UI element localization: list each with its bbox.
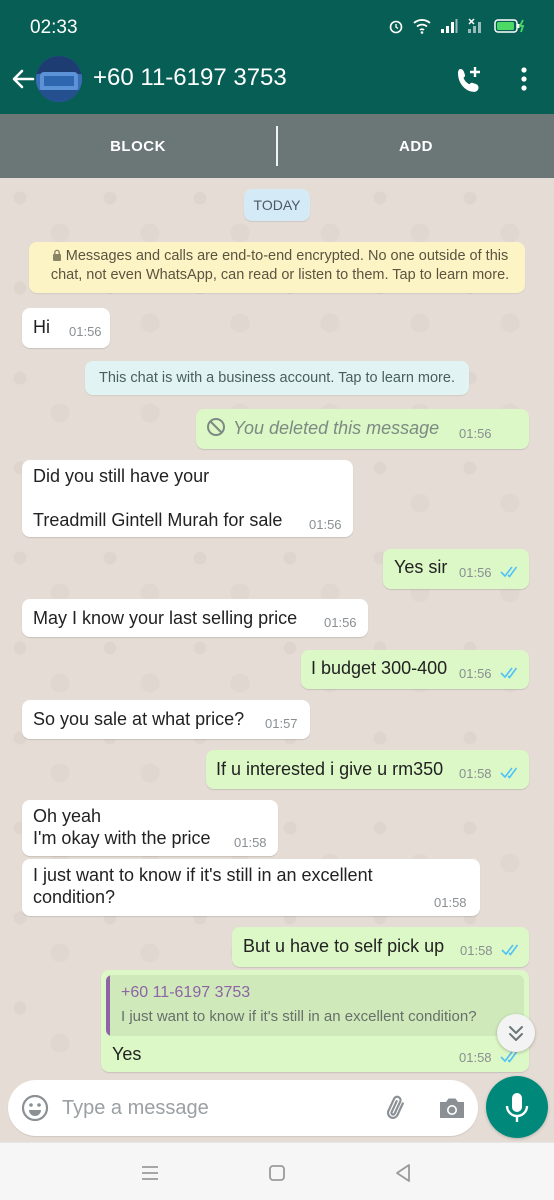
- quoted-message[interactable]: +60 11-6197 3753 I just want to know if …: [106, 975, 524, 1036]
- quote-text: I just want to know if it's still in an …: [121, 1008, 477, 1025]
- date-chip: TODAY: [244, 189, 310, 221]
- home-icon[interactable]: [265, 1161, 289, 1185]
- message-time: 01:57: [265, 716, 298, 731]
- message-incoming[interactable]: Did you still have your Treadmill Gintel…: [22, 460, 353, 537]
- encryption-notice[interactable]: Messages and calls are end-to-end encryp…: [29, 242, 525, 293]
- alarm-icon: [389, 20, 403, 34]
- unknown-contact-actions: BLOCK ADD: [0, 114, 554, 178]
- status-bar: 02:33: [0, 0, 554, 44]
- message-text: Yes: [112, 1044, 142, 1064]
- message-time: 01:58: [459, 766, 492, 781]
- scroll-to-bottom-button[interactable]: [497, 1014, 535, 1052]
- read-ticks-icon: [500, 767, 518, 779]
- message-text-line1: Did you still have your: [33, 466, 210, 486]
- message-outgoing[interactable]: If u interested i give u rm350 01:58: [206, 750, 529, 789]
- message-text-line1: Oh yeah: [33, 806, 102, 826]
- message-text: So you sale at what price?: [33, 709, 245, 729]
- message-time: 01:56: [309, 517, 342, 532]
- signal-no-sim-icon: [468, 18, 481, 33]
- message-text: May I know your last selling price: [33, 608, 298, 628]
- message-text-line2: I'm okay with the price: [33, 828, 211, 848]
- message-text: If u interested i give u rm350: [216, 759, 444, 779]
- system-navigation-bar: [0, 1142, 554, 1200]
- encryption-notice-line2: chat, not even WhatsApp, can read or lis…: [50, 267, 510, 283]
- quote-author: +60 11-6197 3753: [121, 984, 251, 1001]
- message-composer: [8, 1080, 478, 1136]
- block-button[interactable]: BLOCK: [0, 114, 276, 178]
- message-incoming[interactable]: I just want to know if it's still in an …: [22, 859, 480, 916]
- message-incoming[interactable]: May I know your last selling price 01:56: [22, 599, 368, 637]
- message-time: 01:58: [460, 943, 493, 958]
- message-time: 01:58: [459, 1050, 492, 1065]
- read-ticks-icon: [500, 566, 518, 578]
- wifi-icon: [413, 19, 431, 34]
- attach-icon[interactable]: [380, 1092, 412, 1124]
- message-text: I budget 300-400: [311, 658, 448, 678]
- message-time: 01:56: [324, 615, 357, 630]
- more-options-icon[interactable]: [513, 64, 535, 96]
- message-text: Hi: [33, 317, 50, 337]
- message-incoming[interactable]: Hi 01:56: [22, 308, 110, 348]
- read-ticks-icon: [501, 944, 519, 956]
- message-time: 01:56: [459, 565, 492, 580]
- status-time: 02:33: [30, 17, 78, 38]
- message-outgoing[interactable]: I budget 300-400 01:56: [301, 650, 529, 689]
- message-incoming[interactable]: Oh yeah I'm okay with the price 01:58: [22, 800, 278, 856]
- message-text: You deleted this message: [233, 418, 440, 438]
- message-outgoing[interactable]: Yes sir 01:56: [383, 549, 529, 589]
- message-outgoing[interactable]: But u have to self pick up 01:58: [232, 927, 529, 967]
- message-input[interactable]: [62, 1094, 362, 1122]
- message-text-line1: I just want to know if it's still in an …: [33, 865, 373, 885]
- camera-icon[interactable]: [436, 1093, 468, 1123]
- read-ticks-icon: [500, 1051, 518, 1063]
- contact-name[interactable]: +60 11-6197 3753: [93, 64, 287, 92]
- business-account-notice[interactable]: This chat is with a business account. Ta…: [85, 361, 469, 395]
- message-time: 01:58: [234, 835, 267, 850]
- battery-charging-icon: [494, 19, 525, 33]
- message-text: Yes sir: [394, 557, 448, 577]
- quote-accent-bar: [106, 975, 110, 1036]
- contact-avatar[interactable]: [36, 56, 82, 102]
- message-outgoing-deleted[interactable]: You deleted this message 01:56: [196, 409, 529, 449]
- chat-header: +60 11-6197 3753: [0, 44, 554, 114]
- status-icons: [388, 18, 526, 34]
- double-chevron-down-icon: [509, 1026, 523, 1041]
- voice-message-button[interactable]: [486, 1076, 548, 1138]
- message-time: 01:56: [69, 324, 102, 339]
- add-contact-button[interactable]: ADD: [278, 114, 554, 178]
- recent-apps-icon[interactable]: [138, 1161, 162, 1185]
- deleted-message-icon: [207, 418, 225, 436]
- message-text-line2: condition?: [33, 887, 116, 907]
- encryption-notice-line1: Messages and calls are end-to-end encryp…: [47, 247, 513, 266]
- message-time: 01:56: [459, 666, 492, 681]
- add-call-icon[interactable]: [454, 64, 486, 96]
- message-text: But u have to self pick up: [243, 936, 445, 956]
- message-incoming[interactable]: So you sale at what price? 01:57: [22, 700, 310, 739]
- message-time: 01:58: [434, 895, 467, 910]
- signal-icon: [441, 19, 458, 33]
- message-text-line2: Treadmill Gintell Murah for sale: [33, 510, 283, 530]
- read-ticks-icon: [500, 667, 518, 679]
- mic-icon: [505, 1093, 529, 1122]
- message-time: 01:56: [459, 426, 492, 441]
- back-icon[interactable]: [391, 1161, 415, 1185]
- lock-icon: [52, 249, 61, 261]
- emoji-icon[interactable]: [20, 1093, 50, 1123]
- back-arrow-icon[interactable]: [8, 64, 38, 94]
- message-outgoing-reply[interactable]: +60 11-6197 3753 I just want to know if …: [101, 970, 529, 1072]
